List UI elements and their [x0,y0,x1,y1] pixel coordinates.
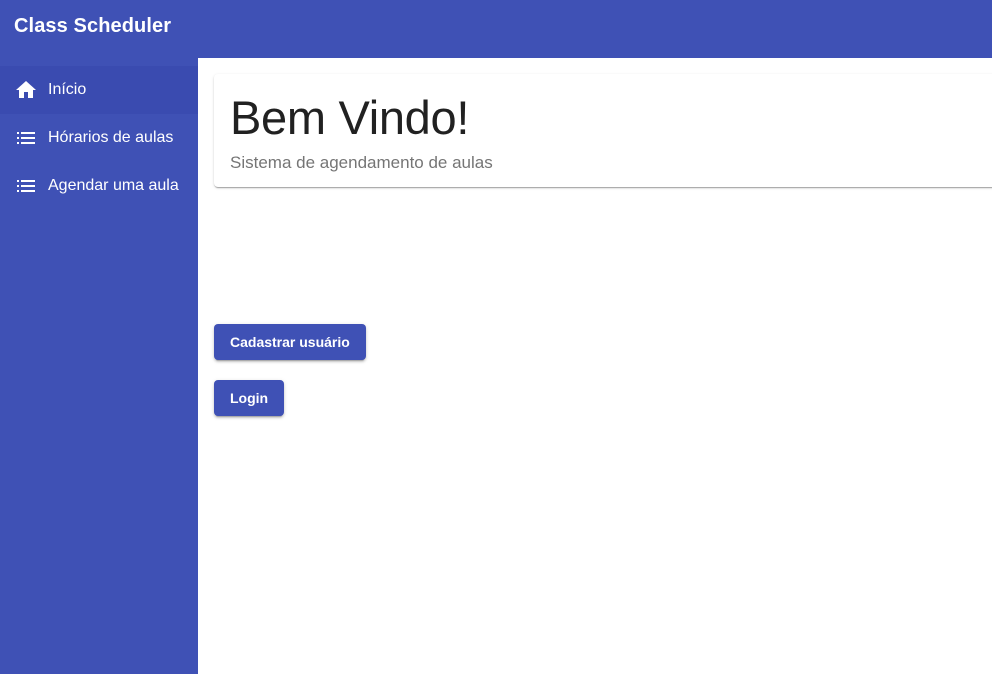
register-user-button[interactable]: Cadastrar usuário [214,324,366,360]
app-root: Class Scheduler Início Hórarios de aulas… [0,0,992,674]
app-title: Class Scheduler [14,15,172,37]
login-button[interactable]: Login [214,380,285,416]
sidebar-item-label: Início [48,81,87,98]
list-icon [16,176,36,196]
sidebar-item-label: Hórarios de aulas [48,129,174,146]
welcome-title: Bem Vindo! [230,91,470,144]
sidebar-item-agendar[interactable]: Agendar uma aula [0,162,198,210]
welcome-subtitle: Sistema de agendamento de aulas [230,153,493,172]
sidebar-item-inicio[interactable]: Início [0,66,198,114]
top-app-bar: Class Scheduler [0,0,992,58]
sidebar-item-label: Agendar uma aula [48,177,179,194]
welcome-card: Bem Vindo! Sistema de agendamento de aul… [214,74,992,187]
main-content: Bem Vindo! Sistema de agendamento de aul… [198,58,992,674]
home-icon [16,80,36,100]
sidebar: Início Hórarios de aulas Agendar uma aul… [0,58,198,674]
list-icon [16,128,36,148]
sidebar-item-horarios[interactable]: Hórarios de aulas [0,114,198,162]
